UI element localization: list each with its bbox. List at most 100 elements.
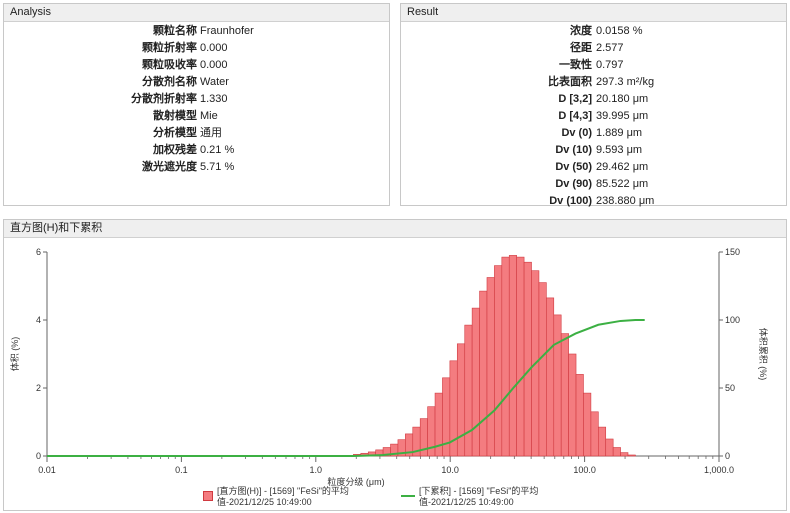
legend-histogram-swatch xyxy=(203,491,213,501)
histogram-bar xyxy=(583,392,592,457)
result-row: 浓度 0.0158 % xyxy=(401,23,786,40)
result-value: 0.797 xyxy=(596,59,624,71)
x-tick-label: 0.1 xyxy=(175,465,188,475)
histogram-cumulative-chart: 0.01 0.1 1.0 10.0 100.0 1,000.00246050100150粒… xyxy=(9,247,769,487)
histogram-bar xyxy=(494,265,503,457)
chart-panel: 直方图(H)和下累积 0.01 0.1 1.0 10.0 100.0 1,000.0 0 2 4… xyxy=(3,219,787,511)
result-row: Dv (10) 9.593 μm xyxy=(401,142,786,159)
result-panel: Result 浓度 0.0158 % 径距 2.577 一致性 0.797 比表面积 297.… xyxy=(400,3,787,207)
result-value: 9.593 μm xyxy=(596,144,643,156)
result-row: D [4,3] 39.995 μm xyxy=(401,108,786,125)
result-value: 39.995 μm xyxy=(596,110,649,122)
histogram-bar xyxy=(568,353,577,457)
y-tick-label: 6 xyxy=(36,247,41,257)
analysis-value: Fraunhofer xyxy=(200,25,254,37)
histogram-bar xyxy=(464,324,473,457)
y2-tick-label: 0 xyxy=(725,451,730,461)
histogram-bar xyxy=(598,426,607,457)
x-tick-label: 1.0 xyxy=(310,465,323,475)
y2-tick-label: 50 xyxy=(725,383,735,393)
result-row: Dv (50) 29.462 μm xyxy=(401,159,786,176)
histogram-bar xyxy=(575,374,584,457)
result-key: Dv (10) xyxy=(555,144,592,156)
result-key: 径距 xyxy=(570,42,592,54)
analysis-key: 加权残差 xyxy=(153,144,197,156)
analysis-value: 5.71 % xyxy=(200,161,235,173)
analysis-key: 颗粒吸收率 xyxy=(142,59,197,71)
x-tick-label: 10.0 xyxy=(441,465,459,475)
x-tick-label: 1,000.0 xyxy=(704,465,734,475)
result-row: D [3,2] 20.180 μm xyxy=(401,91,786,108)
histogram-bar xyxy=(516,256,525,457)
histogram-bar xyxy=(456,343,466,457)
x-tick-label: 0.01 xyxy=(38,465,56,475)
analysis-row: 分析模型 通用 xyxy=(4,125,389,142)
result-panel-title: Result xyxy=(401,4,786,22)
result-key: D [3,2] xyxy=(558,93,592,105)
y-axis-label: 体积 (%) xyxy=(9,337,20,372)
histogram-bar xyxy=(486,277,495,457)
result-row: Dv (0) 1.889 μm xyxy=(401,125,786,142)
result-row: Dv (90) 85.522 μm xyxy=(401,176,786,193)
histogram-bar xyxy=(612,447,621,457)
y2-axis-label: 体积累积 (%) xyxy=(758,328,769,381)
analysis-key: 分散剂名称 xyxy=(142,76,197,88)
histogram-bar xyxy=(538,282,547,457)
analysis-key: 分析模型 xyxy=(153,127,197,139)
histogram-bar xyxy=(479,290,488,457)
y2-tick-label: 100 xyxy=(725,315,740,325)
result-value: 85.522 μm xyxy=(596,178,649,190)
result-key: Dv (0) xyxy=(561,127,592,139)
result-value: 20.180 μm xyxy=(596,93,649,105)
histogram-bar xyxy=(471,307,480,457)
analysis-key: 分散剂折射率 xyxy=(131,93,197,105)
analysis-value: Water xyxy=(200,76,229,88)
result-value: 297.3 m²/kg xyxy=(596,76,655,88)
y-tick-label: 4 xyxy=(36,315,41,325)
analysis-row: 分散剂名称 Water xyxy=(4,74,389,91)
analysis-value: 通用 xyxy=(200,127,222,139)
analysis-value: 1.330 xyxy=(200,93,228,105)
analysis-row: 分散剂折射率 1.330 xyxy=(4,91,389,108)
result-value: 1.889 μm xyxy=(596,127,643,139)
result-key: D [4,3] xyxy=(558,110,592,122)
analysis-row: 加权残差 0.21 % xyxy=(4,142,389,159)
result-key: 浓度 xyxy=(570,25,592,37)
analysis-row: 颗粒名称 Fraunhofer xyxy=(4,23,389,40)
result-value: 238.880 μm xyxy=(596,195,655,207)
histogram-bar xyxy=(560,333,569,457)
y-tick-label: 0 xyxy=(36,451,41,461)
analysis-panel-title: Analysis xyxy=(4,4,389,22)
result-value: 0.0158 % xyxy=(596,25,643,37)
legend-cumulative-label: [下累积] - [1569] "FeSi"的平均值-2021/12/25 10:… xyxy=(419,486,539,507)
histogram-bar xyxy=(605,438,614,457)
result-key: Dv (100) xyxy=(549,195,592,207)
analysis-value: 0.000 xyxy=(200,59,228,71)
y2-tick-label: 150 xyxy=(725,247,740,257)
result-key: 比表面积 xyxy=(548,76,592,88)
result-row: 一致性 0.797 xyxy=(401,57,786,74)
result-row: Dv (100) 238.880 μm xyxy=(401,193,786,210)
analysis-value: 0.000 xyxy=(200,42,228,54)
legend-cumulative-swatch xyxy=(401,495,415,497)
analysis-key: 颗粒折射率 xyxy=(142,42,197,54)
result-row: 比表面积 297.3 m²/kg xyxy=(401,74,786,91)
analysis-value: 0.21 % xyxy=(200,144,235,156)
analysis-key: 散射模型 xyxy=(153,110,197,122)
analysis-row: 颗粒吸收率 0.000 xyxy=(4,57,389,74)
result-row: 径距 2.577 xyxy=(401,40,786,57)
analysis-row: 散射模型 Mie xyxy=(4,108,389,125)
analysis-row: 颗粒折射率 0.000 xyxy=(4,40,389,57)
result-value: 2.577 xyxy=(596,42,624,54)
result-key: 一致性 xyxy=(559,59,592,71)
analysis-value: Mie xyxy=(200,110,218,122)
result-key: Dv (50) xyxy=(555,161,592,173)
histogram-bar xyxy=(590,411,599,457)
analysis-row: 激光遮光度 5.71 % xyxy=(4,159,389,176)
chart-panel-title: 直方图(H)和下累积 xyxy=(4,220,786,238)
analysis-key: 激光遮光度 xyxy=(142,161,197,173)
histogram-bar xyxy=(553,314,562,457)
x-tick-label: 100.0 xyxy=(573,465,596,475)
y-tick-label: 2 xyxy=(36,383,41,393)
result-value: 29.462 μm xyxy=(596,161,649,173)
